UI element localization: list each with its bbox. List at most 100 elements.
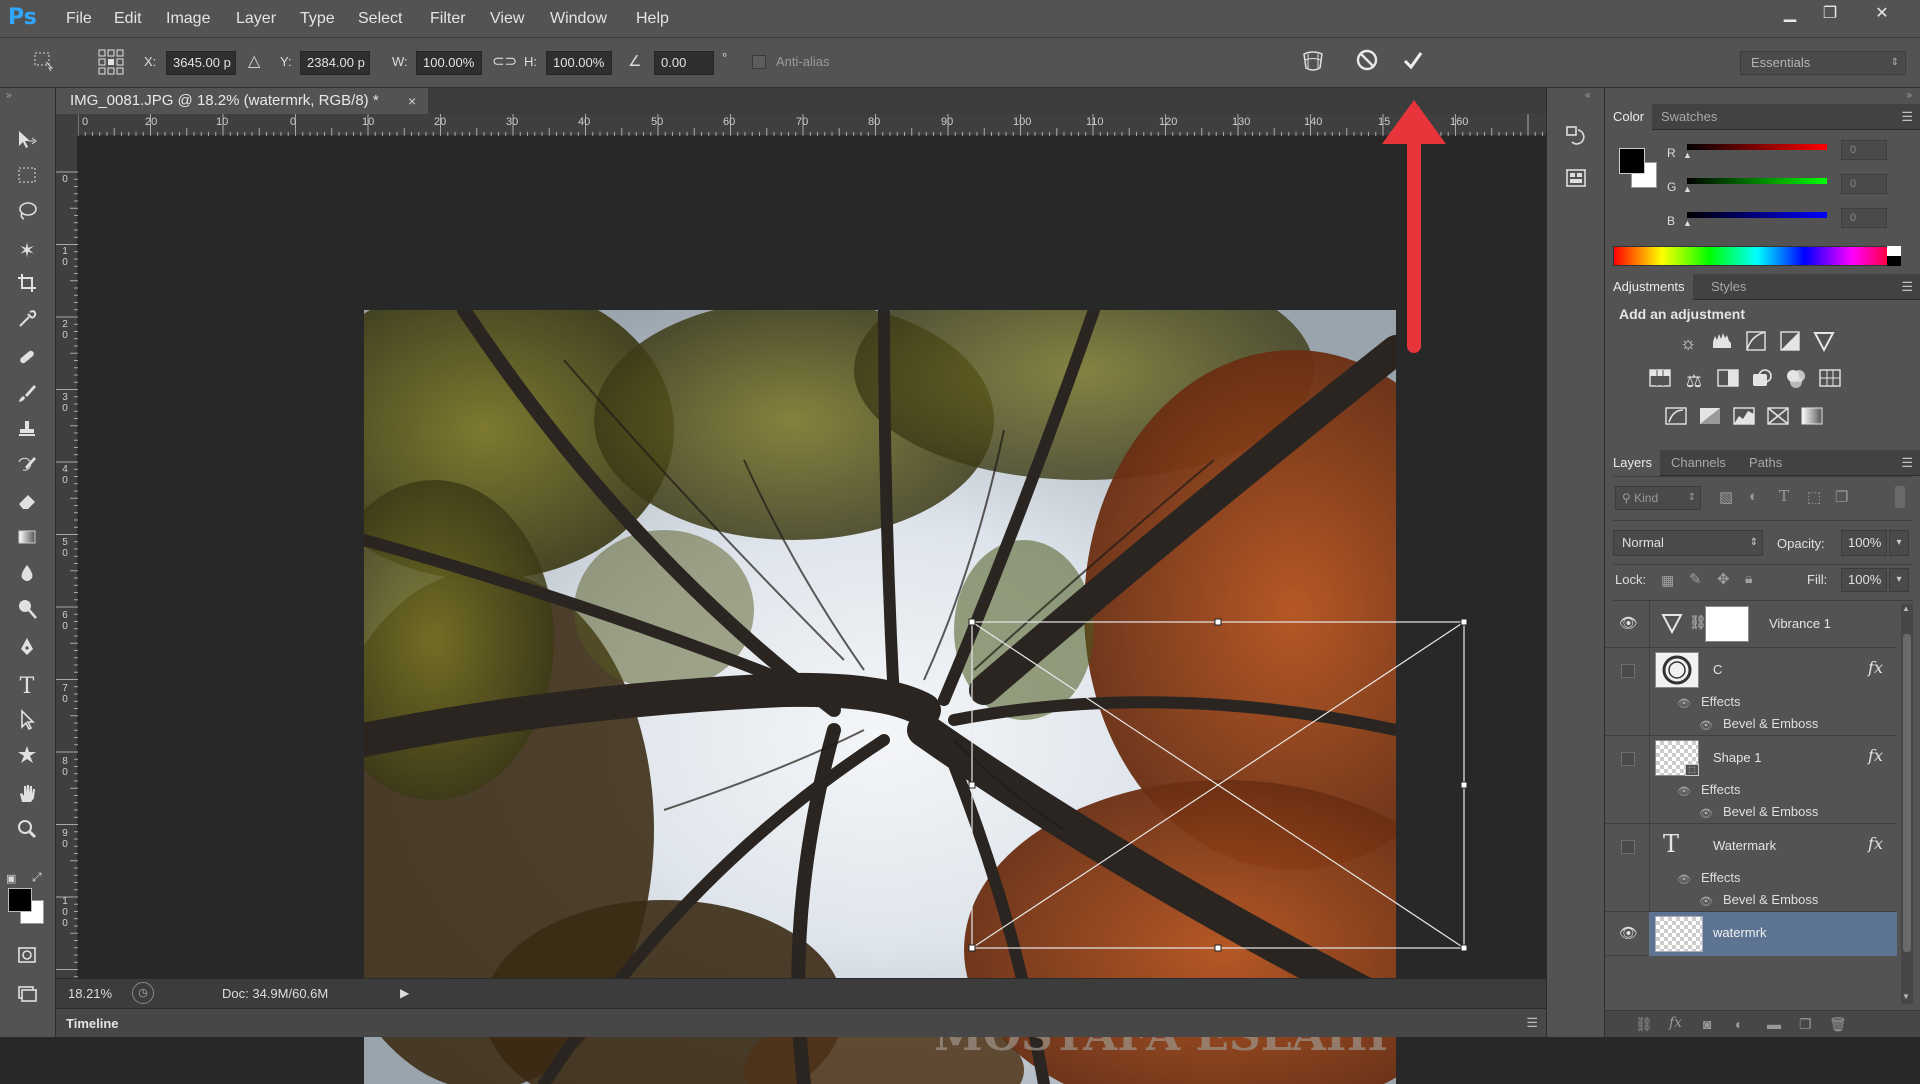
fill-dropdown-icon[interactable]: ▾ <box>1889 568 1909 592</box>
scroll-up-icon[interactable]: ▲ <box>1902 604 1910 613</box>
reference-point-icon[interactable] <box>96 48 126 78</box>
filter-shape-icon[interactable]: ⬚ <box>1807 488 1821 506</box>
channel-r-field[interactable]: 0 <box>1841 140 1887 160</box>
document-canvas[interactable]: MOSTAFA ESLAHI <box>78 136 1546 1084</box>
curves-icon[interactable] <box>1743 330 1769 356</box>
history-panel-icon[interactable] <box>1561 124 1591 154</box>
transform-bounding-box[interactable] <box>78 136 1546 978</box>
layer-filter-select[interactable]: ⚲ Kind ⇕ <box>1615 486 1701 510</box>
channel-g-field[interactable]: 0 <box>1841 174 1887 194</box>
eye-icon[interactable]: 👁︎ <box>1619 925 1638 943</box>
zoom-level[interactable]: 18.21% <box>68 986 112 1001</box>
tab-color[interactable]: Color <box>1605 104 1653 130</box>
slider-g-handle[interactable]: ▲ <box>1683 184 1692 194</box>
blend-mode-select[interactable]: Normal ⇕ <box>1613 530 1763 556</box>
menu-layer[interactable]: Layer <box>236 10 276 28</box>
eye-icon[interactable]: 👁︎ <box>1699 896 1713 908</box>
warp-mode-icon[interactable] <box>1298 48 1328 78</box>
clone-stamp-tool-icon[interactable] <box>12 418 42 448</box>
layer-name[interactable]: Watermark <box>1713 838 1776 853</box>
foreground-color-swatch[interactable] <box>8 888 32 912</box>
visibility-toggle[interactable] <box>1621 752 1635 766</box>
filter-smart-object-icon[interactable]: ❐ <box>1835 488 1848 506</box>
custom-shape-tool-icon[interactable] <box>12 744 42 774</box>
delete-layer-icon[interactable]: 🗑︎ <box>1829 1016 1847 1033</box>
visibility-toggle[interactable] <box>1621 840 1635 854</box>
status-info-icon[interactable]: ◷ <box>132 982 154 1004</box>
status-menu-arrow-icon[interactable]: ▶ <box>400 986 409 1000</box>
angle-field[interactable]: 0.00 <box>654 51 714 75</box>
blur-tool-icon[interactable] <box>12 562 42 592</box>
filter-adjustment-icon[interactable]: ◐ <box>1749 488 1758 505</box>
menu-view[interactable]: View <box>490 10 524 28</box>
panel-menu-icon[interactable]: ☰ <box>1901 279 1913 295</box>
new-layer-icon[interactable]: ❐ <box>1799 1016 1812 1033</box>
collapse-arrows-icon[interactable]: » <box>6 90 12 101</box>
black-white-icon[interactable] <box>1715 368 1741 394</box>
invert-icon[interactable] <box>1663 406 1689 432</box>
default-colors-icon[interactable]: ▣ <box>6 872 16 885</box>
screen-mode-icon[interactable] <box>12 982 42 1012</box>
commit-transform-icon[interactable] <box>1398 48 1428 78</box>
fill-field[interactable]: 100% <box>1841 568 1887 592</box>
properties-panel-icon[interactable] <box>1561 166 1591 196</box>
zoom-tool-icon[interactable] <box>12 818 42 848</box>
add-mask-icon[interactable]: ◙ <box>1703 1016 1711 1032</box>
opacity-dropdown-icon[interactable]: ▾ <box>1889 530 1909 556</box>
filter-toggle[interactable] <box>1895 486 1905 508</box>
menu-filter[interactable]: Filter <box>430 10 466 28</box>
eye-icon[interactable]: 👁︎ <box>1699 720 1713 732</box>
brightness-contrast-icon[interactable]: ☼ <box>1675 330 1701 356</box>
opacity-field[interactable]: 100% <box>1841 530 1887 556</box>
tab-adjustments[interactable]: Adjustments <box>1605 274 1693 300</box>
tab-channels[interactable]: Channels <box>1663 450 1734 476</box>
layer-row-c[interactable]: C fx 👁︎ Effects 👁︎ Bevel & Emboss <box>1605 648 1897 736</box>
panel-menu-icon[interactable]: ☰ <box>1901 455 1913 471</box>
timeline-label[interactable]: Timeline <box>66 1016 119 1031</box>
menu-select[interactable]: Select <box>358 10 402 28</box>
close-document-icon[interactable]: × <box>408 88 426 114</box>
ruler-origin[interactable] <box>56 114 78 136</box>
slider-b-track[interactable] <box>1687 212 1827 218</box>
eyedropper-tool-icon[interactable] <box>12 308 42 338</box>
pen-tool-icon[interactable] <box>12 636 42 666</box>
spectrum-white-swatch[interactable] <box>1887 246 1901 256</box>
minimize-button[interactable]: ▁ <box>1770 0 1810 28</box>
menu-type[interactable]: Type <box>300 10 335 28</box>
menu-image[interactable]: Image <box>166 10 210 28</box>
hand-tool-icon[interactable] <box>12 782 42 812</box>
hue-saturation-icon[interactable] <box>1647 368 1673 394</box>
healing-brush-tool-icon[interactable] <box>12 346 42 376</box>
channel-b-field[interactable]: 0 <box>1841 208 1887 228</box>
lasso-tool-icon[interactable] <box>12 200 42 230</box>
layer-row-shape[interactable]: ⬚ Shape 1 fx 👁︎ Effects 👁︎ Bevel & Embos… <box>1605 736 1897 824</box>
link-layers-icon[interactable]: ⛓ <box>1635 1016 1653 1033</box>
layer-name[interactable]: Vibrance 1 <box>1769 616 1831 631</box>
cancel-transform-icon[interactable] <box>1352 48 1382 78</box>
slider-r-handle[interactable]: ▲ <box>1683 150 1692 160</box>
layer-name[interactable]: C <box>1713 662 1722 677</box>
eye-icon[interactable]: 👁︎ <box>1677 786 1691 798</box>
workspace-select[interactable]: Essentials ⇕ <box>1740 51 1906 75</box>
vibrance-icon[interactable] <box>1811 330 1837 356</box>
swap-colors-icon[interactable]: ⤢ <box>32 870 42 885</box>
spectrum-black-swatch[interactable] <box>1887 256 1901 266</box>
move-tool-icon[interactable] <box>12 128 42 158</box>
brush-tool-icon[interactable] <box>12 382 42 412</box>
layer-mask-thumbnail[interactable] <box>1705 606 1749 642</box>
path-selection-tool-icon[interactable] <box>12 708 42 738</box>
gradient-tool-icon[interactable] <box>12 526 42 556</box>
slider-b-handle[interactable]: ▲ <box>1683 218 1692 228</box>
tab-layers[interactable]: Layers <box>1605 450 1661 476</box>
add-style-icon[interactable]: fx <box>1669 1015 1682 1031</box>
eraser-tool-icon[interactable] <box>12 490 42 520</box>
close-window-button[interactable]: ✕ <box>1862 0 1902 28</box>
color-spectrum-bar[interactable] <box>1613 246 1901 266</box>
x-field[interactable]: 3645.00 p <box>166 51 236 75</box>
layer-thumbnail[interactable] <box>1655 916 1703 952</box>
exposure-icon[interactable] <box>1777 330 1803 356</box>
crop-tool-icon[interactable] <box>12 272 42 302</box>
levels-icon[interactable] <box>1709 330 1735 356</box>
layer-name[interactable]: Shape 1 <box>1713 750 1761 765</box>
timeline-menu-icon[interactable]: ☰ <box>1526 1015 1538 1031</box>
